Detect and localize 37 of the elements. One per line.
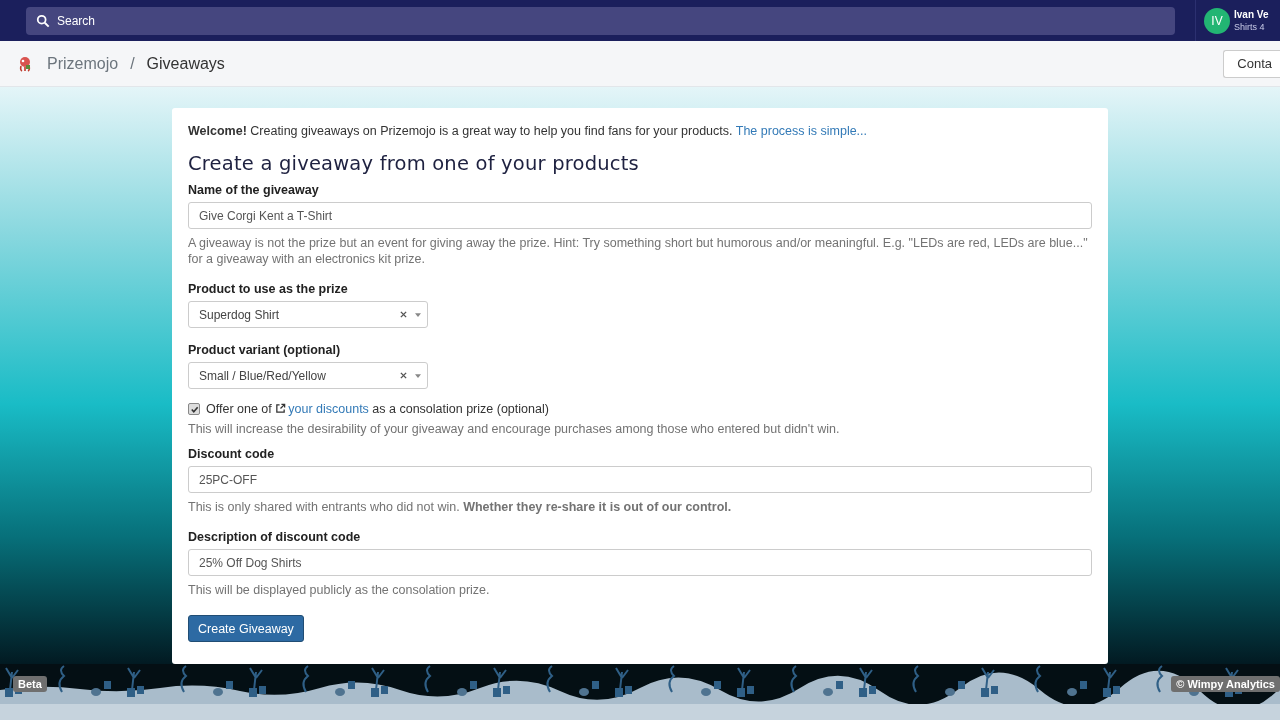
field-label: Description of discount code <box>188 530 362 544</box>
checkbox[interactable] <box>188 403 200 415</box>
help-text: A giveaway is not the prize but an event for giving away the prize. Hint: Try something short but humorous and/or meaningful. E.g. "LEDs are red, LEDs are blue..." for a giveaway with an electronics kit prize. <box>188 235 1089 267</box>
field-label: Name of the giveaway <box>188 183 320 197</box>
create-giveaway-button[interactable]: Create Giveaway <box>188 615 304 642</box>
select-field[interactable]: Small / Blue/Red/Yellow <box>188 362 428 389</box>
page-heading: Create a giveaway from one of your products <box>188 152 640 175</box>
external-link-icon <box>275 403 287 414</box>
user-name: Ivan Ve <box>1234 8 1269 21</box>
octopus-logo-icon <box>17 55 33 72</box>
breadcrumb-link[interactable]: Giveaways <box>146 54 225 73</box>
caret-icon <box>415 373 421 378</box>
contact-button[interactable]: Conta <box>1223 49 1280 78</box>
credit-badge: © Wimpy Analytics <box>1171 676 1280 692</box>
help-text: This will be displayed publicly as the consolation prize. <box>188 582 491 598</box>
field-label: Discount code <box>188 447 276 461</box>
store-name: Shirts 4 <box>1234 20 1266 33</box>
text-field[interactable]: 25PC-OFF <box>188 466 1092 493</box>
checkbox-label: Offer one of your discounts as a consolation prize (optional) <box>206 402 549 416</box>
search-icon <box>36 13 50 28</box>
breadcrumb-link[interactable]: Prizemojo <box>47 54 119 73</box>
text-field[interactable]: Give Corgi Kent a T-Shirt <box>188 202 1092 229</box>
select-field[interactable]: Superdog Shirt <box>188 301 428 328</box>
help-text: This is only shared with entrants who did not win. Whether they re-share it is out of our control. <box>188 499 733 515</box>
intro-text: Welcome! Creating giveaways on Prizemojo is a great way to help you find fans for your products. The process is simple... <box>188 124 869 138</box>
discounts-link[interactable]: your discounts <box>288 402 369 416</box>
beta-badge: Beta <box>13 676 47 692</box>
breadcrumb-separator: / <box>130 54 135 73</box>
clear-icon[interactable] <box>400 311 407 318</box>
caret-icon <box>415 312 421 317</box>
clear-icon[interactable] <box>400 372 407 379</box>
process-link[interactable]: The process is simple... <box>735 124 868 138</box>
text-field[interactable]: 25% Off Dog Shirts <box>188 549 1092 576</box>
field-label: Product to use as the prize <box>188 282 349 296</box>
field-label: Product variant (optional) <box>188 343 342 357</box>
help-text: This will increase the desirability of your giveaway and encourage purchases among those who entered but didn't win. <box>188 421 841 437</box>
search-field[interactable]: Search <box>26 6 1175 35</box>
